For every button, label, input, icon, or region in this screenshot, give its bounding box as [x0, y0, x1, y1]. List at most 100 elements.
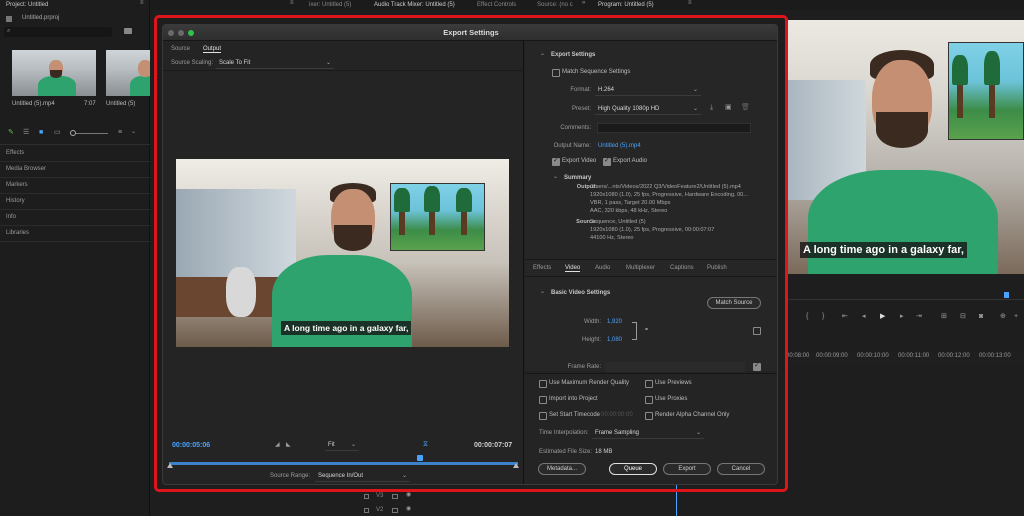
tab-multiplexer[interactable]: Multiplexer — [626, 265, 655, 271]
mark-in-icon[interactable]: { — [806, 313, 808, 320]
queue-button[interactable]: Queue — [609, 463, 657, 475]
format-select[interactable]: H.264 ⌄ — [595, 85, 701, 96]
mark-in-icon[interactable]: ◢ — [275, 442, 280, 448]
tab-video[interactable]: Video — [565, 265, 581, 272]
link-icon[interactable]: ⚭ — [644, 327, 649, 333]
tab-audio[interactable]: Audio — [595, 265, 610, 271]
tab-source-mixer[interactable]: ixer: Untitled (5) — [309, 0, 351, 11]
program-scrub-bar[interactable] — [786, 299, 1024, 300]
import-project-checkbox[interactable] — [539, 396, 547, 404]
panel-effects[interactable]: Effects — [6, 150, 24, 156]
frame-rate-field[interactable] — [605, 362, 745, 372]
range-in-handle[interactable] — [167, 463, 173, 468]
export-audio-checkbox[interactable] — [603, 156, 611, 166]
project-item-thumbnail[interactable] — [106, 50, 150, 96]
collapse-summary-icon[interactable]: ⌄ — [553, 174, 558, 180]
project-panel-title[interactable]: Project: Untitled — [6, 0, 48, 10]
mark-out-icon[interactable]: } — [822, 313, 824, 320]
play-icon[interactable]: ▶ — [880, 313, 885, 320]
project-item-thumbnail[interactable] — [12, 50, 96, 96]
lift-icon[interactable]: ⊞ — [941, 313, 947, 320]
interp-select[interactable]: Frame Sampling ⌄ — [592, 428, 704, 439]
track-sync-icon[interactable] — [392, 494, 398, 499]
camera-icon[interactable]: ◙ — [979, 313, 983, 320]
sort-icon[interactable]: ≡ — [118, 129, 122, 136]
use-proxies-checkbox[interactable] — [645, 396, 653, 404]
extract-icon[interactable]: ⊟ — [960, 313, 966, 320]
tab-effect-controls[interactable]: Effect Controls — [477, 0, 516, 11]
cancel-button[interactable]: Cancel — [717, 463, 765, 475]
aspect-ratio-icon[interactable]: ⧖ — [423, 441, 428, 448]
render-alpha-checkbox[interactable] — [645, 412, 653, 420]
panel-info[interactable]: Info — [6, 214, 16, 220]
width-height-checkbox[interactable] — [753, 327, 761, 335]
source-range-select[interactable]: Sequence In/Out ⌄ — [315, 471, 410, 482]
save-preset-icon[interactable]: ⤓ — [710, 104, 713, 111]
tab-audio-track-mixer[interactable]: Audio Track Mixer: Untitled (5) — [374, 0, 455, 11]
timecode-in[interactable]: 00:00:05:06 — [172, 442, 210, 449]
panel-markers[interactable]: Markers — [6, 182, 28, 188]
collapse-export-settings-icon[interactable]: ⌄ — [540, 51, 545, 57]
match-source-button[interactable]: Match Source — [707, 297, 761, 309]
metadata-button[interactable]: Metadata... — [538, 463, 586, 475]
tab-output[interactable]: Output — [203, 46, 222, 53]
import-preset-icon[interactable]: ▣ — [725, 104, 732, 111]
export-video-checkbox[interactable] — [552, 156, 560, 166]
zoom-slider[interactable] — [70, 130, 108, 136]
range-out-handle[interactable] — [513, 463, 519, 468]
step-back-icon[interactable]: ◂ — [862, 313, 866, 320]
tab-program[interactable]: Program: Untitled (5) — [598, 0, 654, 11]
width-value[interactable]: 1,920 — [607, 319, 622, 325]
output-name-link[interactable]: Untitled (5).mp4 — [598, 143, 641, 149]
zoom-fit-select[interactable]: Fit ⌄ — [325, 440, 359, 451]
comments-input[interactable] — [597, 123, 751, 133]
tab-source[interactable]: Source — [171, 46, 190, 52]
preview-playhead[interactable] — [417, 455, 423, 461]
go-to-out-icon[interactable]: ⇥ — [916, 313, 922, 320]
track-sync-icon[interactable] — [392, 508, 398, 513]
source-scaling-select[interactable]: Scale To Fit ⌄ — [216, 58, 334, 69]
panel-history[interactable]: History — [6, 198, 25, 204]
list-view-icon[interactable]: ☰ — [23, 129, 29, 136]
tab-source-none[interactable]: Source: (no c — [537, 0, 573, 11]
go-to-in-icon[interactable]: ⇤ — [842, 313, 848, 320]
collapse-basic-video-icon[interactable]: ⌄ — [540, 289, 545, 295]
more-tabs-icon[interactable]: » — [582, 0, 585, 6]
tab-publish[interactable]: Publish — [707, 265, 727, 271]
source-range-bar[interactable] — [169, 462, 518, 465]
track-lock-icon[interactable] — [364, 494, 369, 499]
panel-menu-icon[interactable]: ≡ — [290, 0, 294, 6]
tab-effects[interactable]: Effects — [533, 265, 551, 271]
freeform-view-icon[interactable]: ▭ — [54, 129, 61, 136]
mark-out-icon[interactable]: ◣ — [286, 442, 291, 448]
new-bin-icon[interactable] — [124, 28, 132, 34]
panel-menu-icon[interactable]: ≡ — [688, 0, 692, 6]
match-sequence-checkbox[interactable] — [552, 69, 560, 77]
button-editor-icon[interactable]: ⊕ — [1000, 313, 1006, 320]
project-search-input[interactable]: ⌕ — [4, 27, 112, 37]
preset-select[interactable]: High Quality 1080p HD ⌄ — [595, 104, 701, 115]
use-previews-checkbox[interactable] — [645, 380, 653, 388]
delete-preset-icon[interactable]: 🗑 — [741, 104, 750, 111]
panel-libraries[interactable]: Libraries — [6, 230, 29, 236]
pencil-icon[interactable]: ✎ — [8, 129, 14, 136]
eye-icon[interactable]: ◉ — [406, 492, 411, 498]
tab-captions[interactable]: Captions — [670, 265, 694, 271]
max-render-checkbox[interactable] — [539, 380, 547, 388]
start-tc-value[interactable]: 00:00:00:00 — [601, 412, 633, 418]
set-start-tc-checkbox[interactable] — [539, 412, 547, 420]
zoom-slider-handle[interactable] — [70, 130, 76, 136]
program-playhead-marker[interactable] — [1004, 292, 1009, 298]
panel-media-browser[interactable]: Media Browser — [6, 166, 46, 172]
add-button-icon[interactable]: + — [1014, 313, 1018, 320]
panel-menu-icon[interactable]: ≡ — [140, 0, 144, 6]
chevron-down-icon[interactable]: ⌄ — [131, 129, 136, 135]
icon-view-icon[interactable]: ■ — [39, 129, 43, 136]
eye-icon[interactable]: ◉ — [406, 506, 411, 512]
frame-rate-checkbox[interactable] — [753, 361, 761, 371]
program-monitor-video[interactable]: A long time ago in a galaxy far, — [786, 20, 1024, 274]
track-lock-icon[interactable] — [364, 508, 369, 513]
export-button[interactable]: Export — [663, 463, 711, 475]
step-forward-icon[interactable]: ▸ — [900, 313, 904, 320]
height-value[interactable]: 1,080 — [607, 337, 622, 343]
